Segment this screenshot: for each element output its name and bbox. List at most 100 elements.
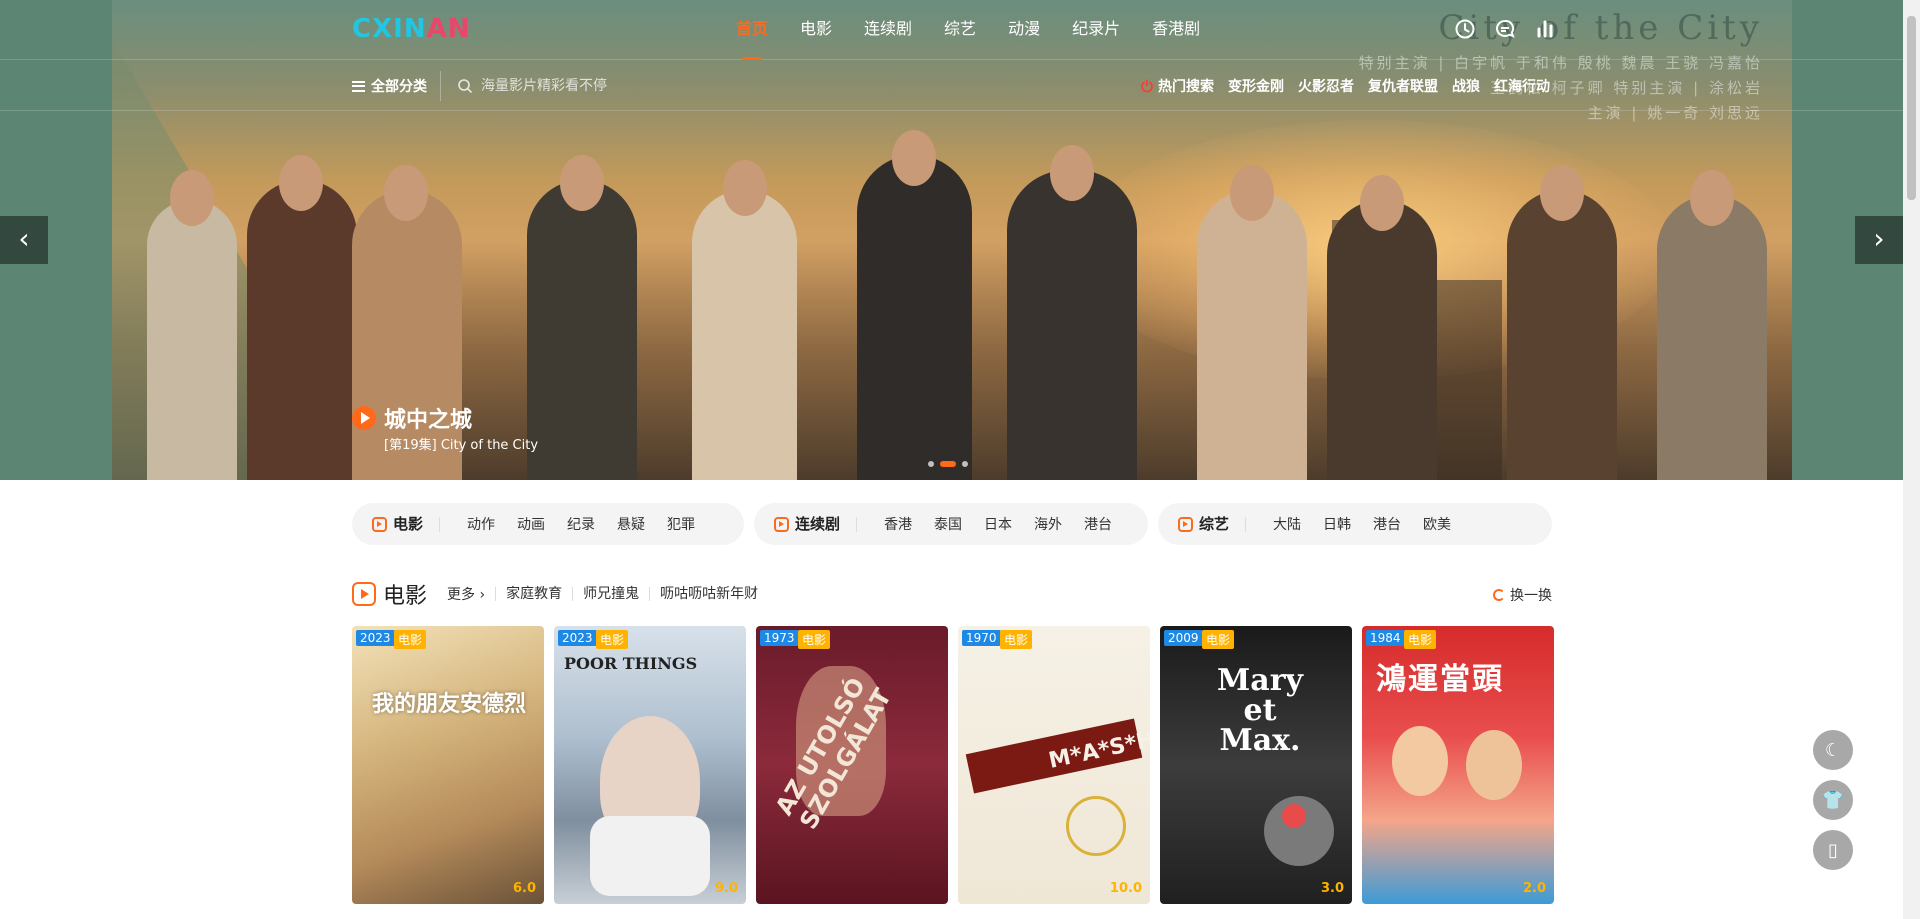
section-tag-link[interactable]: 呖咕呖咕新年财 [649, 587, 768, 601]
carousel-next-button[interactable]: › [1855, 216, 1903, 264]
top-nav-bar: CXINAN 首页 电影 连续剧 综艺 动漫 纪录片 香港剧 [0, 0, 1903, 60]
category-pill-variety: 综艺 大陆 日韩 港台 欧美 [1158, 503, 1552, 545]
carousel-dots [928, 461, 968, 467]
hero-person-head [1540, 165, 1584, 221]
tv-icon [774, 516, 789, 532]
more-link[interactable]: 更多 › [447, 584, 485, 604]
history-clock-icon[interactable] [1454, 18, 1476, 40]
shirt-icon: 👕 [1821, 789, 1845, 811]
ranking-chart-icon[interactable] [1534, 18, 1556, 40]
movie-card[interactable]: 鴻運當頭 1984 电影 2.0 [1362, 626, 1554, 904]
category-head[interactable]: 连续剧 [774, 516, 858, 532]
nav-home[interactable]: 首页 [720, 0, 784, 60]
hot-search-link[interactable]: 复仇者联盟 [1368, 76, 1438, 96]
section-tag-link[interactable]: 师兄撞鬼 [572, 587, 649, 601]
hot-search-label: 热门搜索 [1140, 76, 1214, 96]
search-box[interactable] [440, 71, 740, 101]
hot-search-link[interactable]: 火影忍者 [1298, 76, 1354, 96]
movie-card[interactable]: 我的朋友安德烈 2023 电影 6.0 [352, 626, 544, 904]
movie-card[interactable]: Mary et Max. 2009 电影 3.0 [1160, 626, 1352, 904]
category-link[interactable]: 港台 [1373, 514, 1401, 534]
score-label: 6.0 [512, 881, 536, 896]
hero-person [247, 180, 357, 480]
type-badge: 电影 [596, 630, 629, 649]
slide-subtitle: [第19集] City of the City [384, 438, 539, 453]
dark-mode-button[interactable]: ☾ [1813, 730, 1853, 770]
hero-person [692, 190, 797, 480]
category-link[interactable]: 日韩 [1323, 514, 1351, 534]
carousel-dot-active[interactable] [940, 461, 956, 467]
category-link[interactable]: 动画 [517, 514, 545, 534]
category-head[interactable]: 电影 [372, 516, 441, 532]
hero-person [1007, 170, 1137, 480]
nav-series[interactable]: 连续剧 [848, 0, 928, 60]
variety-icon [1178, 516, 1193, 532]
category-head[interactable]: 综艺 [1178, 516, 1247, 532]
all-categories-button[interactable]: 全部分类 [352, 76, 427, 96]
refresh-button[interactable]: 换一换 [1493, 585, 1552, 605]
site-logo[interactable]: CXINAN [352, 14, 470, 44]
hero-person-head [1230, 165, 1274, 221]
nav-anime[interactable]: 动漫 [992, 0, 1056, 60]
play-icon[interactable] [352, 406, 376, 430]
category-link[interactable]: 悬疑 [617, 514, 645, 534]
category-link[interactable]: 日本 [984, 514, 1012, 534]
category-link[interactable]: 香港 [884, 514, 912, 534]
all-categories-label: 全部分类 [371, 79, 427, 95]
carousel-dot[interactable] [962, 461, 968, 467]
mobile-button[interactable]: ▯ [1813, 830, 1853, 870]
category-link[interactable]: 大陆 [1273, 514, 1301, 534]
type-badge: 电影 [798, 630, 831, 649]
hot-search-link[interactable]: 红海行动 [1494, 76, 1550, 96]
slide-title-text[interactable]: 城中之城 [384, 402, 472, 434]
score-label: 9.0 [714, 881, 738, 896]
hero-building [1432, 280, 1502, 480]
category-link[interactable]: 泰国 [934, 514, 962, 534]
phone-icon: ▯ [1828, 839, 1838, 861]
refresh-icon [1493, 589, 1505, 601]
logo-an: AN [426, 14, 471, 44]
carousel-prev-button[interactable]: ‹ [0, 216, 48, 264]
hero-person [147, 200, 237, 480]
message-icon[interactable] [1494, 18, 1516, 40]
nav-hk-drama[interactable]: 香港剧 [1136, 0, 1216, 60]
search-input[interactable] [481, 78, 731, 94]
category-link[interactable]: 动作 [467, 514, 495, 534]
year-badge: 1973 [760, 630, 799, 646]
hero-person-head [384, 165, 428, 221]
hero-person-head [723, 160, 767, 216]
category-link[interactable]: 欧美 [1423, 514, 1451, 534]
hot-search-link[interactable]: 战狼 [1452, 76, 1480, 96]
movie-card[interactable]: POOR THINGS 2023 电影 9.0 [554, 626, 746, 904]
carousel-dot[interactable] [928, 461, 934, 467]
category-link[interactable]: 纪录 [567, 514, 595, 534]
hot-searches: 热门搜索 变形金刚 火影忍者 复仇者联盟 战狼 红海行动 [1140, 76, 1550, 96]
page-scrollbar[interactable] [1903, 0, 1920, 919]
movie-card[interactable]: AZ UTOLSÓ SZOLGÁLAT 1973 电影 [756, 626, 948, 904]
nav-documentary[interactable]: 纪录片 [1056, 0, 1136, 60]
category-link[interactable]: 海外 [1034, 514, 1062, 534]
hero-person-head [892, 130, 936, 186]
hot-search-text: 热门搜索 [1158, 79, 1214, 95]
section-tag-link[interactable]: 家庭教育 [495, 587, 572, 601]
nav-variety[interactable]: 综艺 [928, 0, 992, 60]
category-pills: 电影 动作 动画 纪录 悬疑 犯罪 连续剧 香港 泰国 日本 海外 港台 综艺 … [352, 503, 1552, 545]
category-link[interactable]: 犯罪 [667, 514, 695, 534]
hot-search-link[interactable]: 变形金刚 [1228, 76, 1284, 96]
poster-title: 鴻運當頭 [1376, 662, 1504, 697]
score-label: 3.0 [1320, 881, 1344, 896]
hero-person [1657, 195, 1767, 480]
category-link[interactable]: 港台 [1084, 514, 1112, 534]
search-icon[interactable] [457, 78, 473, 94]
scrollbar-thumb[interactable] [1907, 16, 1916, 200]
year-badge: 1984 [1366, 630, 1405, 646]
palme-laurel [1066, 796, 1126, 856]
slide-title[interactable]: 城中之城 [352, 402, 472, 434]
poster-figure [1282, 804, 1306, 828]
theme-button[interactable]: 👕 [1813, 780, 1853, 820]
year-badge: 1970 [962, 630, 1001, 646]
movie-card[interactable]: M*A*S*H 1970 电影 10.0 [958, 626, 1150, 904]
hero-banner[interactable]: City of the City 特别主演 | 白宇帆 于和伟 殷桃 魏晨 王骁… [0, 0, 1903, 480]
nav-movies[interactable]: 电影 [784, 0, 848, 60]
top-icon-group [1454, 18, 1556, 40]
